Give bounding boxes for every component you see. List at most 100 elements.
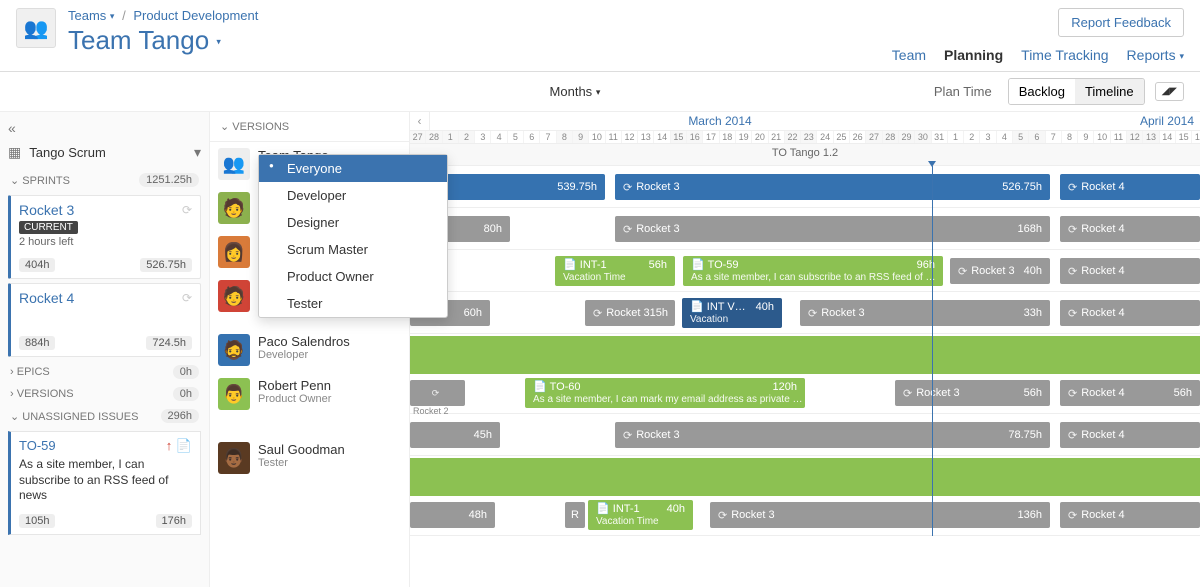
issue-card[interactable]: TO-59↑ 📄 As a site member, I can subscri… [8, 431, 201, 535]
unassigned-section[interactable]: ⌄ UNASSIGNED ISSUES296h [0, 405, 209, 427]
day-scale: 2728123456789101112131415161718192021222… [410, 130, 1200, 143]
zoom-selector[interactable]: Months ▾ [550, 84, 601, 99]
sync-icon: ⟳ [182, 291, 192, 305]
filter-option[interactable]: Scrum Master [259, 236, 447, 263]
timeline-bar[interactable]: 📄 TO-60120hAs a site member, I can mark … [525, 378, 805, 408]
app-header: 👥 Teams ▾ / Product Development Team Tan… [0, 0, 1200, 72]
collapse-sidebar-icon[interactable]: « [8, 120, 16, 136]
report-feedback-button[interactable]: Report Feedback [1058, 8, 1184, 37]
capacity-stripe [410, 458, 1200, 496]
versions-section[interactable]: › VERSIONS0h [0, 383, 209, 405]
role-filter-dropdown: Everyone Developer Designer Scrum Master… [258, 154, 448, 318]
today-line [932, 166, 933, 536]
avatar: 🧑 [218, 192, 250, 224]
nav-tabs: Team Planning Time Tracking Reports ▾ [892, 47, 1184, 63]
member-row[interactable]: 👨🏾 Saul GoodmanTester [210, 436, 409, 480]
capacity-stripe [410, 336, 1200, 374]
tab-team[interactable]: Team [892, 47, 926, 63]
timeline-bar[interactable]: 📄 INT-140hVacation Time [588, 500, 693, 530]
breadcrumb-project[interactable]: Product Development [133, 8, 258, 23]
timeline: ‹ March 2014 April 2014 2728123456789101… [410, 112, 1200, 587]
team-avatar-icon: 👥 [16, 8, 56, 48]
sprint-icon: ⟳ [1068, 181, 1077, 194]
avatar: 👩 [218, 236, 250, 268]
timeline-bar[interactable]: ⟳Rocket 4 [1060, 300, 1200, 326]
avatar: 🧑 [218, 280, 250, 312]
backlog-button[interactable]: Backlog [1009, 79, 1075, 104]
filter-option[interactable]: Everyone [259, 155, 447, 182]
sprint-card[interactable]: Rocket 3⟳ CURRENT 2 hours left 404h 526.… [8, 195, 201, 279]
team-avatar-icon: 👥 [218, 148, 250, 180]
left-sidebar: « ▦ Tango Scrum ▾ ⌄ SPRINTS 1251.25h Roc… [0, 112, 210, 587]
timeline-bar[interactable]: ⟳Rocket 4 [1060, 422, 1200, 448]
timeline-row: 📄 INT-156hVacation Time 📄 TO-5996hAs a s… [410, 250, 1200, 292]
filter-option[interactable]: Designer [259, 209, 447, 236]
timeline-bar[interactable]: 📄 TO-5996hAs a site member, I can subscr… [683, 256, 943, 286]
filter-option[interactable]: Product Owner [259, 263, 447, 290]
timeline-rows: 539.75h ⟳Rocket 3526.75h ⟳Rocket 4 80h ⟳… [410, 166, 1200, 536]
timeline-bar[interactable]: ⟳Rocket 4 [1060, 258, 1200, 284]
sprint-card[interactable]: Rocket 4⟳ 884h 724.5h [8, 283, 201, 357]
timeline-bar[interactable]: ⟳Rocket 3168h [615, 216, 1050, 242]
timeline-row: 60h ⟳Rocket 315h 📄 INT V…40hVacation ⟳Ro… [410, 292, 1200, 334]
page-title[interactable]: Team Tango ▾ [68, 25, 258, 56]
timeline-bar[interactable]: ⟳Rocket 356h [895, 380, 1050, 406]
main: « ▦ Tango Scrum ▾ ⌄ SPRINTS 1251.25h Roc… [0, 112, 1200, 587]
timeline-bar[interactable]: ⟳Rocket 315h [585, 300, 675, 326]
sprint-icon: ⟳ [1068, 223, 1077, 236]
member-row[interactable]: 👨 Robert PennProduct Owner [210, 372, 409, 416]
month-label: April 2014 [1010, 112, 1200, 130]
version-bar: TO Tango 1.2 [410, 144, 1200, 166]
collapse-icon[interactable]: ◢◤ [1155, 82, 1184, 101]
member-row[interactable]: 🧔 Paco SalendrosDeveloper [210, 328, 409, 372]
filter-option[interactable]: Tester [259, 290, 447, 317]
timeline-bar[interactable]: ⟳Rocket 4 [1060, 216, 1200, 242]
timeline-button[interactable]: Timeline [1075, 79, 1144, 104]
timeline-bar[interactable]: ⟳Rocket 3526.75h [615, 174, 1050, 200]
timeline-bar[interactable]: ⟳Rocket 4 [1060, 174, 1200, 200]
timeline-bar[interactable]: ⟳Rocket 333h [800, 300, 1050, 326]
breadcrumb: Teams ▾ / Product Development [68, 8, 258, 23]
timeline-row [410, 456, 1200, 494]
toolbar: Months ▾ Plan Time Backlog Timeline ◢◤ [0, 72, 1200, 112]
timeline-row: ⟳ Rocket 2 📄 TO-60120hAs a site member, … [410, 372, 1200, 414]
view-segmented: Backlog Timeline [1008, 78, 1145, 105]
timeline-bar[interactable]: ⟳Rocket 3136h [710, 502, 1050, 528]
plan-time-label[interactable]: Plan Time [934, 84, 992, 99]
timeline-bar[interactable]: 45h [410, 422, 500, 448]
versions-header[interactable]: ⌄ VERSIONS [210, 112, 409, 142]
avatar: 👨🏾 [218, 442, 250, 474]
filter-option[interactable]: Developer [259, 182, 447, 209]
tab-planning[interactable]: Planning [944, 47, 1003, 63]
avatar: 👨 [218, 378, 250, 410]
epics-section[interactable]: › EPICS0h [0, 361, 209, 383]
priority-icon: ↑ 📄 [166, 438, 192, 454]
breadcrumb-teams[interactable]: Teams ▾ [68, 8, 114, 23]
timeline-bar[interactable]: 📄 INT-156hVacation Time [555, 256, 675, 286]
timeline-bar[interactable]: ⟳Rocket 340h [950, 258, 1050, 284]
timeline-bar[interactable]: ⟳Rocket 456h [1060, 380, 1200, 406]
timeline-bar[interactable]: 📄 INT V…40hVacation [682, 298, 782, 328]
board-name[interactable]: Tango Scrum [29, 145, 186, 160]
timeline-bar[interactable]: ⟳Rocket 378.75h [615, 422, 1050, 448]
timeline-bar[interactable]: ⟳Rocket 4 [1060, 502, 1200, 528]
board-menu-icon[interactable]: ▾ [194, 144, 201, 161]
timeline-row [410, 334, 1200, 372]
avatar: 🧔 [218, 334, 250, 366]
timeline-bar[interactable]: R [565, 502, 585, 528]
tab-reports[interactable]: Reports ▾ [1127, 47, 1184, 63]
prev-month-icon[interactable]: ‹ [410, 112, 430, 130]
timeline-row: 80h ⟳Rocket 3168h ⟳Rocket 4 [410, 208, 1200, 250]
sprint-icon: ⟳ [623, 223, 632, 236]
sprint-icon: ⟳ [623, 181, 632, 194]
timeline-row: 48h R 📄 INT-140hVacation Time ⟳Rocket 31… [410, 494, 1200, 536]
month-label: March 2014 [430, 112, 1010, 130]
tab-time-tracking[interactable]: Time Tracking [1021, 47, 1108, 63]
sync-icon: ⟳ [182, 203, 192, 217]
timeline-bar[interactable]: 48h [410, 502, 495, 528]
sprints-section[interactable]: ⌄ SPRINTS 1251.25h [0, 169, 209, 191]
timeline-row: 45h ⟳Rocket 378.75h ⟳Rocket 4 [410, 414, 1200, 456]
timeline-bar[interactable]: ⟳ [410, 380, 465, 406]
timeline-row: 539.75h ⟳Rocket 3526.75h ⟳Rocket 4 [410, 166, 1200, 208]
board-icon: ▦ [8, 144, 21, 161]
